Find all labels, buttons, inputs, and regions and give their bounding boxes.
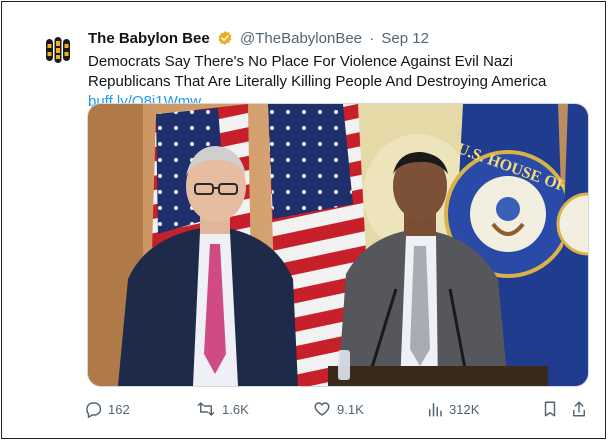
repost-count: 1.6K [222,401,249,417]
tweet-body: Democrats Say There's No Place For Viole… [88,53,547,90]
reply-count: 162 [108,401,130,417]
views-count: 312K [449,401,480,417]
press-conference-photo: U.S. HOUSE OF REPRESENTATIVES [88,104,588,386]
like-count: 9.1K [337,401,364,417]
like-button[interactable]: 9.1K [313,398,364,420]
author-name[interactable]: The Babylon Bee [88,30,210,47]
heart-icon [313,400,331,418]
author-handle[interactable]: @TheBabylonBee [240,30,362,47]
bookmark-icon [542,400,558,418]
tweet-header: The Babylon Bee @TheBabylonBee · Sep 12 [88,30,429,50]
verified-badge-icon [217,30,233,50]
views-icon [427,400,443,418]
views-button[interactable]: 312K [427,398,479,420]
reply-icon [84,400,102,418]
babylon-bee-logo-icon [39,31,77,69]
reply-button[interactable]: 162 [84,398,130,420]
avatar[interactable] [38,30,78,70]
bookmark-button[interactable] [542,398,558,420]
tweet-card[interactable]: The Babylon Bee @TheBabylonBee · Sep 12 … [2,2,605,438]
share-button[interactable] [571,398,587,420]
tweet-media[interactable]: U.S. HOUSE OF REPRESENTATIVES [87,103,589,387]
repost-icon [196,400,216,418]
tweet-date[interactable]: Sep 12 [381,30,429,47]
header-separator: · [369,30,375,47]
tweet-actions: 162 1.6K 9.1K 312K [84,398,594,422]
repost-button[interactable]: 1.6K [196,398,249,420]
tweet-frame: The Babylon Bee @TheBabylonBee · Sep 12 … [1,1,606,439]
share-icon [571,400,587,418]
